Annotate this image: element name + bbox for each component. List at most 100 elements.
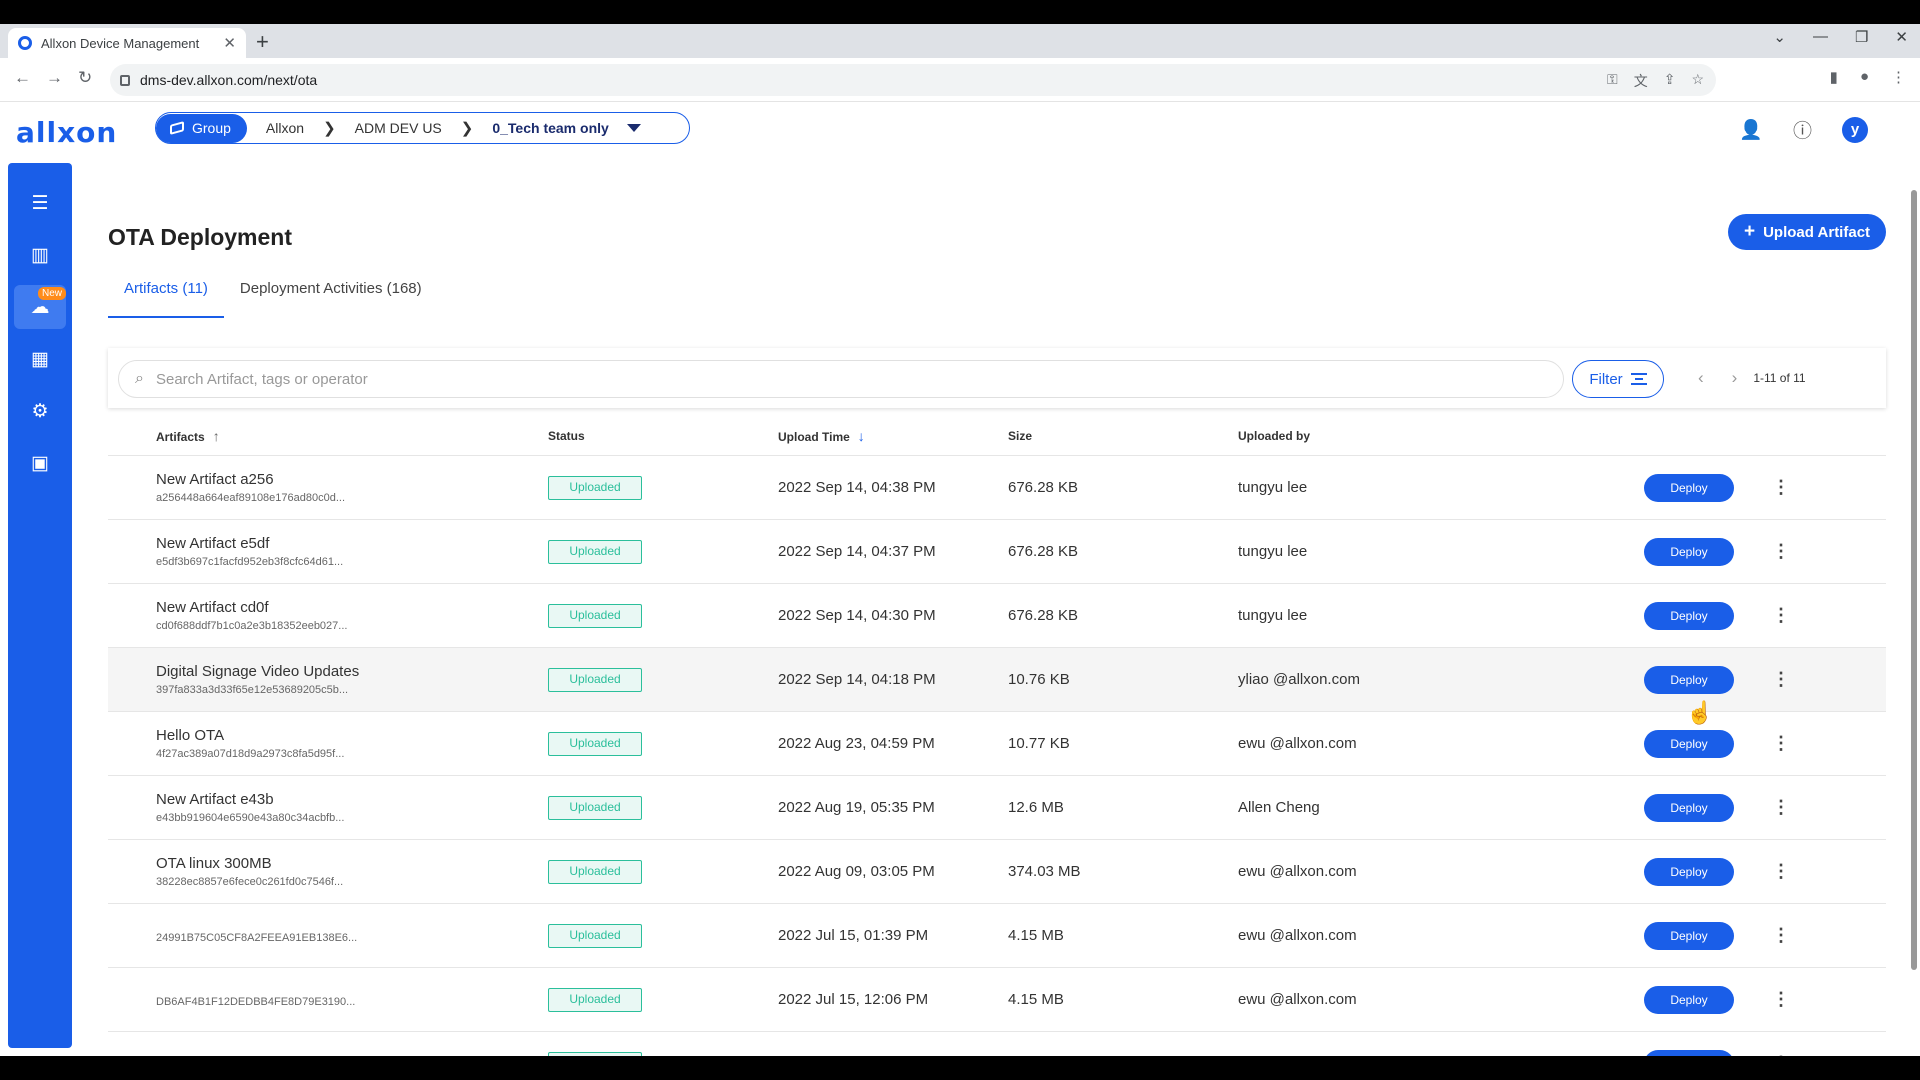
more-vert-icon[interactable]: ⋮ [1772, 797, 1790, 818]
artifacts-table: Artifacts ↑ Status Upload Time ↓ Size Uplo… [108, 416, 1886, 1056]
filter-button[interactable]: Filter [1572, 360, 1664, 398]
next-page-icon[interactable]: › [1732, 368, 1738, 388]
forward-icon[interactable]: → [46, 68, 63, 88]
sidebar-item-dashboard[interactable]: ▥ [14, 233, 66, 277]
back-icon[interactable]: ← [14, 68, 31, 88]
chevron-right-icon: ❯ [323, 120, 336, 137]
bookmark-star-icon[interactable]: ☆ [1691, 71, 1704, 91]
artifact-hash: 38228ec8857e6fece0c261fd0c7546f... [156, 876, 344, 888]
tab-search-icon[interactable]: ⌄ [1773, 28, 1786, 46]
table-row[interactable]: New Artifact e5df e5df3b697c1facfd952eb3… [108, 520, 1886, 584]
sort-down-icon[interactable]: ↓ [858, 428, 865, 444]
more-vert-icon[interactable]: ⋮ [1772, 925, 1790, 946]
table-row[interactable]: OTA linux 300MB 38228ec8857e6fece0c261fd… [108, 840, 1886, 904]
new-tab-icon[interactable]: + [256, 29, 269, 55]
tab-deployment-activities[interactable]: Deployment Activities (168) [224, 276, 438, 318]
add-user-icon[interactable]: 👤 [1739, 118, 1763, 142]
sidebar-item-ota[interactable]: ☁ New [14, 285, 66, 329]
deploy-button[interactable]: Deploy [1644, 665, 1734, 694]
search-field[interactable]: ⌕ [118, 360, 1564, 398]
share-icon[interactable]: ⇪ [1664, 71, 1676, 91]
status-badge: Uploaded [548, 731, 642, 756]
sidebar-item-settings[interactable]: ⚙ [14, 389, 66, 433]
upload-time: 2022 Jul 15, 01:39 PM [778, 927, 929, 944]
more-vert-icon[interactable]: ⋮ [1772, 605, 1790, 626]
table-row[interactable]: DB6AF4B1F12DEDBB4FE8D79E3190... Uploaded… [108, 968, 1886, 1032]
status-cell: Uploaded [548, 1051, 778, 1056]
artifact-cell: d416f9a22ab246040c8f071f13d708b... [108, 1056, 548, 1057]
sidebar-item-devices[interactable]: ☰ [14, 181, 66, 225]
deploy-button[interactable]: Deploy [1644, 473, 1734, 502]
deploy-button[interactable]: Deploy [1644, 1049, 1734, 1056]
more-vert-icon[interactable]: ⋮ [1772, 669, 1790, 690]
more-vert-icon[interactable]: ⋮ [1772, 477, 1790, 498]
deploy-button[interactable]: Deploy [1644, 921, 1734, 950]
table-row[interactable]: New Artifact a256 a256448a664eaf89108e17… [108, 456, 1886, 520]
breadcrumb-current-group[interactable]: 0_Tech team only [473, 120, 618, 136]
uploaded-by: tungyu lee [1238, 607, 1308, 624]
deploy-button[interactable]: Deploy [1644, 793, 1734, 822]
file-size: 676.28 KB [1008, 543, 1079, 560]
breadcrumb-allxon[interactable]: Allxon [247, 120, 323, 136]
allxon-logo[interactable]: allxon [16, 116, 117, 149]
close-tab-icon[interactable]: ✕ [223, 34, 236, 52]
url-field[interactable]: dms-dev.allxon.com/next/ota ⚿ 文 ⇪ ☆ [110, 64, 1716, 96]
restore-icon[interactable]: ❐ [1855, 28, 1868, 46]
artifact-cell: 24991B75C05CF8A2FEEA91EB138E6... [108, 928, 548, 944]
artifact-name: Digital Signage Video Updates [156, 663, 360, 680]
layers-icon [170, 121, 184, 135]
more-vert-icon[interactable]: ⋮ [1772, 861, 1790, 882]
deploy-button[interactable]: Deploy [1644, 601, 1734, 630]
artifact-hash: 24991B75C05CF8A2FEEA91EB138E6... [156, 931, 358, 944]
scrollbar[interactable] [1911, 190, 1917, 970]
more-vert-icon[interactable]: ⋮ [1772, 989, 1790, 1010]
column-upload-time[interactable]: Upload Time ↓ [778, 428, 1008, 444]
uploaded-by: ewu @allxon.com [1238, 991, 1357, 1008]
minimize-icon[interactable]: — [1813, 28, 1828, 46]
table-row[interactable]: New Artifact cd0f cd0f688ddf7b1c0a2e3b18… [108, 584, 1886, 648]
deploy-button[interactable]: Deploy [1644, 537, 1734, 566]
key-icon[interactable]: ⚿ [1607, 71, 1618, 91]
breadcrumb-adm-dev-us[interactable]: ADM DEV US [336, 120, 461, 136]
translate-icon[interactable]: 文 [1634, 71, 1648, 91]
sort-up-icon[interactable]: ↑ [213, 428, 220, 444]
side-panel-icon[interactable]: ▮ [1830, 68, 1838, 86]
sidebar-item-apps[interactable]: ▦ [14, 337, 66, 381]
tab-bar: Artifacts (11) Deployment Activities (16… [108, 276, 438, 318]
table-row[interactable]: 24991B75C05CF8A2FEEA91EB138E6... Uploade… [108, 904, 1886, 968]
more-vert-icon[interactable]: ⋮ [1772, 1053, 1790, 1056]
info-icon[interactable]: ⓘ [1793, 116, 1812, 143]
browser-tab[interactable]: Allxon Device Management ✕ [8, 28, 246, 58]
table-row[interactable]: Hello OTA 4f27ac389a07d18d9a2973c8fa5d95… [108, 712, 1886, 776]
chevron-right-icon: ❯ [460, 120, 474, 137]
browser-menu-icon[interactable]: ⋮ [1891, 68, 1906, 86]
browser-tabstrip: Allxon Device Management ✕ + ⌄ — ❐ ✕ [0, 24, 1920, 58]
reload-icon[interactable]: ↻ [78, 68, 92, 88]
group-button[interactable]: Group [156, 113, 247, 143]
more-vert-icon[interactable]: ⋮ [1772, 541, 1790, 562]
more-vert-icon[interactable]: ⋮ [1772, 733, 1790, 754]
deploy-button[interactable]: Deploy [1644, 985, 1734, 1014]
user-avatar[interactable]: y [1842, 116, 1868, 143]
table-row[interactable]: New Artifact e43b e43bb919604e6590e43a80… [108, 776, 1886, 840]
column-artifacts[interactable]: Artifacts ↑ [108, 428, 548, 444]
deploy-button[interactable]: Deploy [1644, 729, 1734, 758]
sidebar-item-terminal[interactable]: ▣ [14, 441, 66, 485]
tab-artifacts[interactable]: Artifacts (11) [108, 276, 224, 318]
prev-page-icon[interactable]: ‹ [1698, 368, 1704, 388]
artifact-name: New Artifact e43b [156, 791, 274, 808]
search-input[interactable] [155, 370, 1516, 388]
profile-icon[interactable]: ● [1860, 68, 1869, 86]
deploy-button[interactable]: Deploy [1644, 857, 1734, 886]
new-badge: New [37, 287, 66, 300]
status-cell: Uploaded [548, 987, 778, 1012]
filter-icon [1630, 373, 1647, 385]
caret-down-icon[interactable] [626, 124, 641, 132]
table-row[interactable]: d416f9a22ab246040c8f071f13d708b... Uploa… [108, 1032, 1886, 1056]
status-badge: Uploaded [548, 667, 642, 692]
close-window-icon[interactable]: ✕ [1895, 28, 1908, 46]
table-row[interactable]: Digital Signage Video Updates 397fa833a3… [108, 648, 1886, 712]
hand-cursor-icon: ☝ [1686, 700, 1714, 725]
upload-artifact-button[interactable]: + Upload Artifact [1728, 214, 1886, 250]
main-content: OTA Deployment + Upload Artifact Artifac… [90, 160, 1890, 1056]
